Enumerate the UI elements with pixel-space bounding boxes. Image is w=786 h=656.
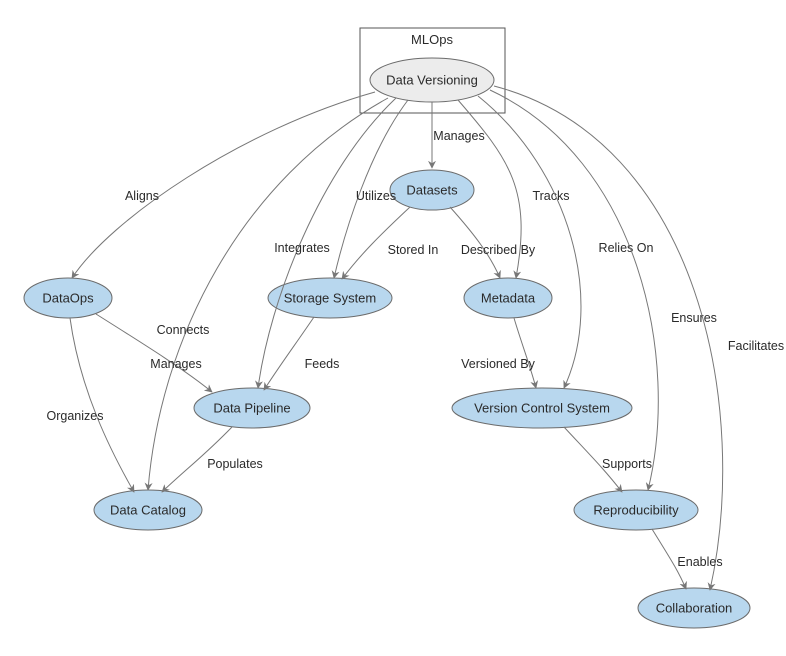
svg-text:Data Catalog: Data Catalog — [110, 502, 186, 517]
svg-text:Organizes: Organizes — [47, 409, 104, 423]
svg-text:Manages: Manages — [150, 357, 201, 371]
svg-text:Version Control System: Version Control System — [474, 400, 610, 415]
edge-organizes — [70, 318, 134, 492]
svg-text:DataOps: DataOps — [42, 290, 94, 305]
svg-text:Connects: Connects — [157, 323, 210, 337]
svg-text:Facilitates: Facilitates — [728, 339, 784, 353]
svg-text:Tracks: Tracks — [532, 189, 569, 203]
svg-text:Ensures: Ensures — [671, 311, 717, 325]
svg-text:Reproducibility: Reproducibility — [593, 502, 679, 517]
svg-text:Utilizes: Utilizes — [356, 189, 396, 203]
node-reproducibility: Reproducibility — [574, 490, 698, 530]
node-data-catalog: Data Catalog — [94, 490, 202, 530]
node-storage-system: Storage System — [268, 278, 392, 318]
svg-text:Manages: Manages — [433, 129, 484, 143]
node-collaboration: Collaboration — [638, 588, 750, 628]
svg-text:Supports: Supports — [602, 457, 652, 471]
svg-text:Described By: Described By — [461, 243, 536, 257]
svg-text:Versioned By: Versioned By — [461, 357, 535, 371]
svg-text:Populates: Populates — [207, 457, 263, 471]
diagram-canvas: MLOps Data Versioning Datasets DataOps S… — [0, 0, 786, 656]
node-dataops: DataOps — [24, 278, 112, 318]
svg-text:Feeds: Feeds — [305, 357, 340, 371]
cluster-mlops-label: MLOps — [411, 32, 453, 47]
node-datasets: Datasets — [390, 170, 474, 210]
svg-text:Data Pipeline: Data Pipeline — [213, 400, 290, 415]
svg-text:Integrates: Integrates — [274, 241, 330, 255]
node-data-pipeline: Data Pipeline — [194, 388, 310, 428]
svg-text:Storage System: Storage System — [284, 290, 377, 305]
svg-text:Stored In: Stored In — [388, 243, 439, 257]
svg-text:Collaboration: Collaboration — [656, 600, 733, 615]
edge-relies-on — [478, 96, 581, 388]
node-version-control-system: Version Control System — [452, 388, 632, 428]
svg-text:Metadata: Metadata — [481, 290, 536, 305]
svg-text:Aligns: Aligns — [125, 189, 159, 203]
node-data-versioning: Data Versioning — [370, 58, 494, 102]
edge-feeds — [264, 317, 314, 390]
svg-text:Datasets: Datasets — [406, 182, 458, 197]
svg-text:Data Versioning: Data Versioning — [386, 72, 478, 87]
edge-versioned-by — [514, 318, 536, 388]
svg-text:Enables: Enables — [677, 555, 722, 569]
node-metadata: Metadata — [464, 278, 552, 318]
svg-text:Relies On: Relies On — [599, 241, 654, 255]
